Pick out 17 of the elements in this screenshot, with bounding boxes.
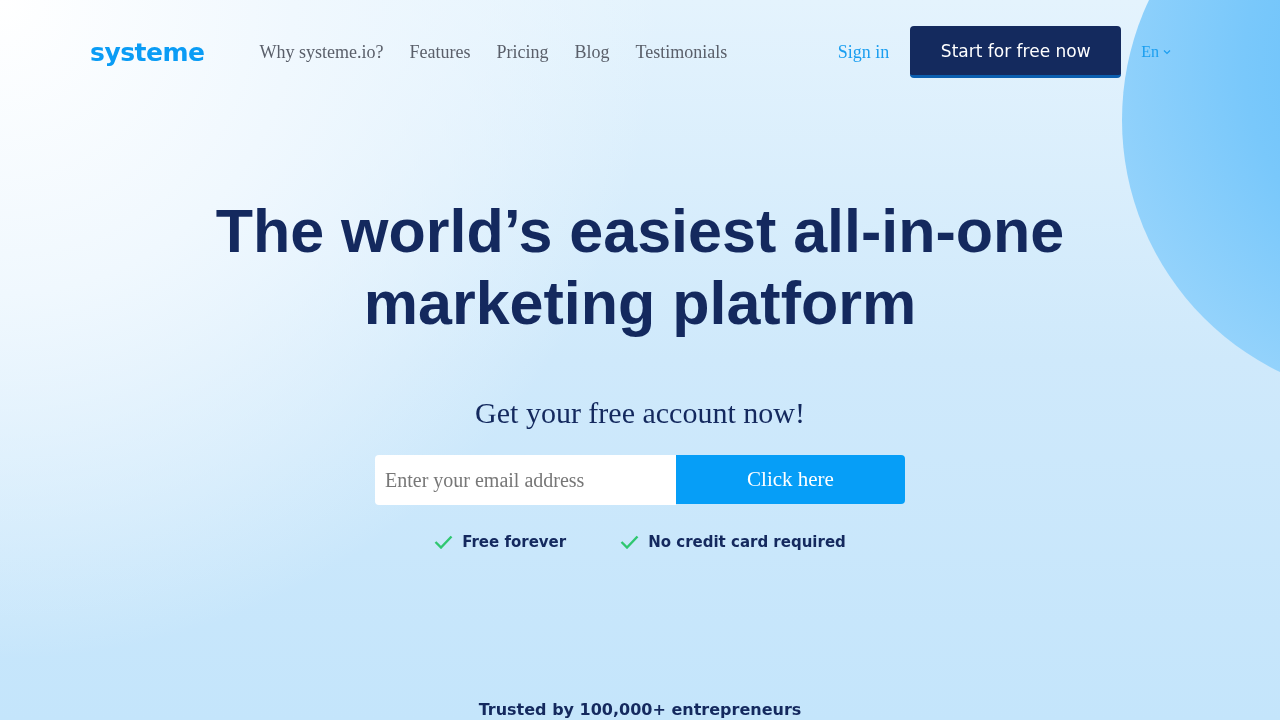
benefit-text: No credit card required [648,533,846,551]
headline: The world’s easiest all-in-one [215,196,1065,267]
nav-link[interactable]: Blog [574,41,610,63]
click-here-button[interactable]: Click here [676,455,905,504]
chevron-down-icon [1163,49,1171,55]
start-button[interactable]: Start for free now [910,26,1122,78]
check-icon [620,535,640,549]
email-field[interactable]: Enter your email address [375,455,676,505]
check-icon [434,535,454,549]
signup-heading: Get your free account now! [475,395,805,431]
benefit-text: Free forever [462,533,567,551]
nav-link[interactable]: Why systeme.io? [259,41,384,63]
trusted-text: Trusted by 100,000+ entrepreneurs [478,701,802,719]
nav-link[interactable]: Features [409,41,471,63]
headline: marketing platform [363,268,917,339]
nav-link[interactable]: Testimonials [635,41,728,63]
nav-link[interactable]: Pricing [496,41,549,63]
